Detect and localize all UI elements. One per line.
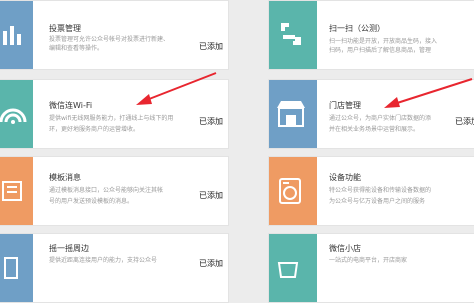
- bar-chart-icon: [3, 26, 21, 45]
- card-desc-line2: 并在相关业务场景中运营和展示。: [329, 126, 420, 133]
- message-template-icon: [2, 181, 22, 201]
- thumb: [269, 1, 317, 69]
- thumb: [0, 1, 33, 69]
- card-desc-line2: 为公众号与亿万设备用户之间的服务: [329, 198, 426, 205]
- card-desc-line2: 扫码，用户扫描后了解信息商品，管理: [329, 47, 432, 54]
- plugin-card-device[interactable]: 设备功能 特公众号获得能设备和传输设备数据的 为公众号与亿万设备用户之间的服务: [268, 156, 474, 226]
- status-label: 已添加: [199, 191, 223, 200]
- thumb: [269, 234, 317, 302]
- shake-icon: [4, 257, 18, 279]
- card-desc-line1: 特公众号获得能设备和传输设备数据的: [329, 187, 432, 194]
- card-desc-line2: 号的用户发送预设模板的消息。: [49, 198, 134, 205]
- thumb: [0, 234, 33, 302]
- plugin-card-scan[interactable]: 扫一扫（公测） 扫一扫功能是开放，开放商品生码，接入 扫码，用户扫描后了解信息商…: [268, 0, 474, 70]
- thumb: [269, 80, 317, 148]
- card-desc-line1: 通过公众号，为商户实体门店数据的添: [329, 115, 432, 122]
- card-desc-line2: 环，更好地服务商户的运营增收。: [49, 126, 140, 133]
- device-icon: [279, 178, 301, 204]
- card-title: 设备功能: [329, 173, 361, 182]
- card-desc-line1: 提供wifi无线网服务能力，打通线上与线下的用: [49, 115, 174, 122]
- status-label: 已添加: [199, 259, 223, 268]
- thumb: [0, 157, 33, 225]
- scan-icon: [281, 23, 301, 45]
- card-title: 门店管理: [329, 101, 361, 110]
- shop-icon: [277, 262, 299, 278]
- plugin-card-wifi[interactable]: 微信连Wi-Fi 提供wifi无线网服务能力，打通线上与线下的用 环，更好地服务…: [0, 79, 229, 149]
- card-desc-line2: 编辑和查看等操作。: [49, 45, 104, 52]
- thumb: [0, 80, 33, 148]
- card-title: 微信小店: [329, 244, 361, 253]
- plugin-card-shop[interactable]: 微信小店 一站式的电商平台，开店商家: [268, 233, 474, 303]
- card-desc-line1: 提供近距离连接用户的能力，支持公众号: [49, 257, 158, 264]
- status-label: 已添加: [199, 42, 223, 51]
- card-title: 摇一摇周边: [49, 244, 89, 253]
- card-title: 微信连Wi-Fi: [49, 101, 93, 110]
- status-label: 已添加: [199, 117, 223, 126]
- thumb: [269, 157, 317, 225]
- card-title: 模板消息: [49, 173, 81, 182]
- status-label: 已添加: [455, 117, 474, 126]
- card-desc-line1: 投票管理可允许公众号帐号对投票进行新建、: [49, 36, 170, 43]
- card-title: 扫一扫（公测）: [329, 24, 385, 33]
- card-desc-line1: 扫一扫功能是开放，开放商品生码，接入: [329, 38, 438, 45]
- store-icon: [277, 101, 305, 127]
- card-desc-line1: 一站式的电商平台，开店商家: [329, 257, 408, 264]
- wifi-icon: [0, 108, 27, 124]
- card-desc-line1: 通过模板消息接口，公众号能够向关注其帐: [49, 187, 164, 194]
- plugin-card-store[interactable]: 门店管理 通过公众号，为商户实体门店数据的添 并在相关业务场景中运营和展示。 已…: [268, 79, 474, 149]
- plugin-card-vote[interactable]: 投票管理 投票管理可允许公众号帐号对投票进行新建、 编辑和查看等操作。 已添加: [0, 0, 229, 70]
- card-title: 投票管理: [49, 24, 81, 33]
- plugin-card-template-message[interactable]: 模板消息 通过模板消息接口，公众号能够向关注其帐 号的用户发送预设模板的消息。 …: [0, 156, 229, 226]
- plugin-card-shake[interactable]: 摇一摇周边 提供近距离连接用户的能力，支持公众号 已添加: [0, 233, 229, 303]
